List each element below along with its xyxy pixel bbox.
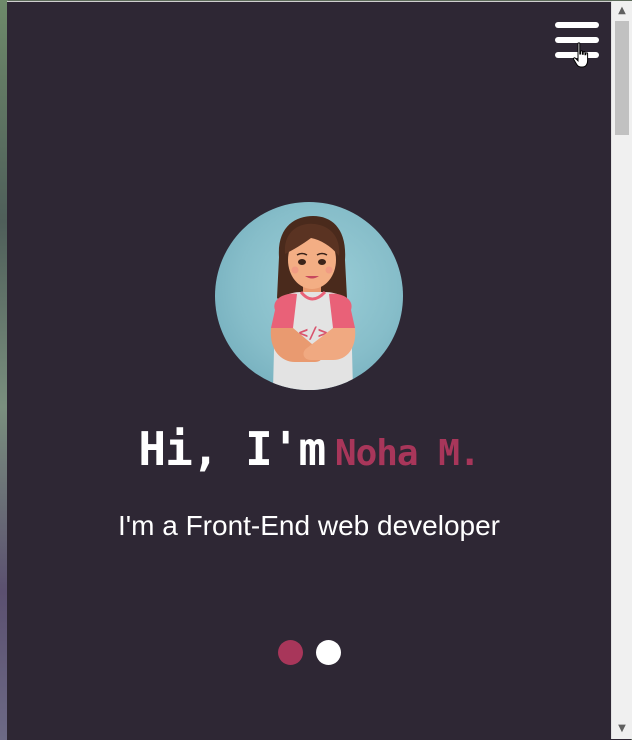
carousel-dot-2[interactable] xyxy=(316,640,341,665)
greeting-text: Hi, I'm xyxy=(138,422,326,476)
carousel-indicators xyxy=(278,640,348,666)
developer-avatar-illustration: </> xyxy=(270,216,356,390)
menu-bar-top xyxy=(555,22,599,28)
menu-button[interactable] xyxy=(555,20,601,68)
scrollbar-thumb[interactable] xyxy=(615,21,629,135)
developer-name: Noha M. xyxy=(334,433,481,474)
page-frame: </> Hi, I'm Noha M. I'm a Front-End web … xyxy=(7,1,631,740)
scroll-down-arrow-icon[interactable]: ▼ xyxy=(612,721,632,737)
profile-avatar: </> xyxy=(215,202,403,390)
vertical-scrollbar[interactable]: ▲ ▼ xyxy=(611,1,632,739)
scroll-up-arrow-icon[interactable]: ▲ xyxy=(612,3,632,19)
hero-subtitle: I'm a Front-End web developer xyxy=(118,510,500,541)
hero-heading: Hi, I'm Noha M. xyxy=(7,426,611,472)
carousel-dot-1-active[interactable] xyxy=(278,640,303,665)
hand-cursor-icon xyxy=(572,42,589,68)
